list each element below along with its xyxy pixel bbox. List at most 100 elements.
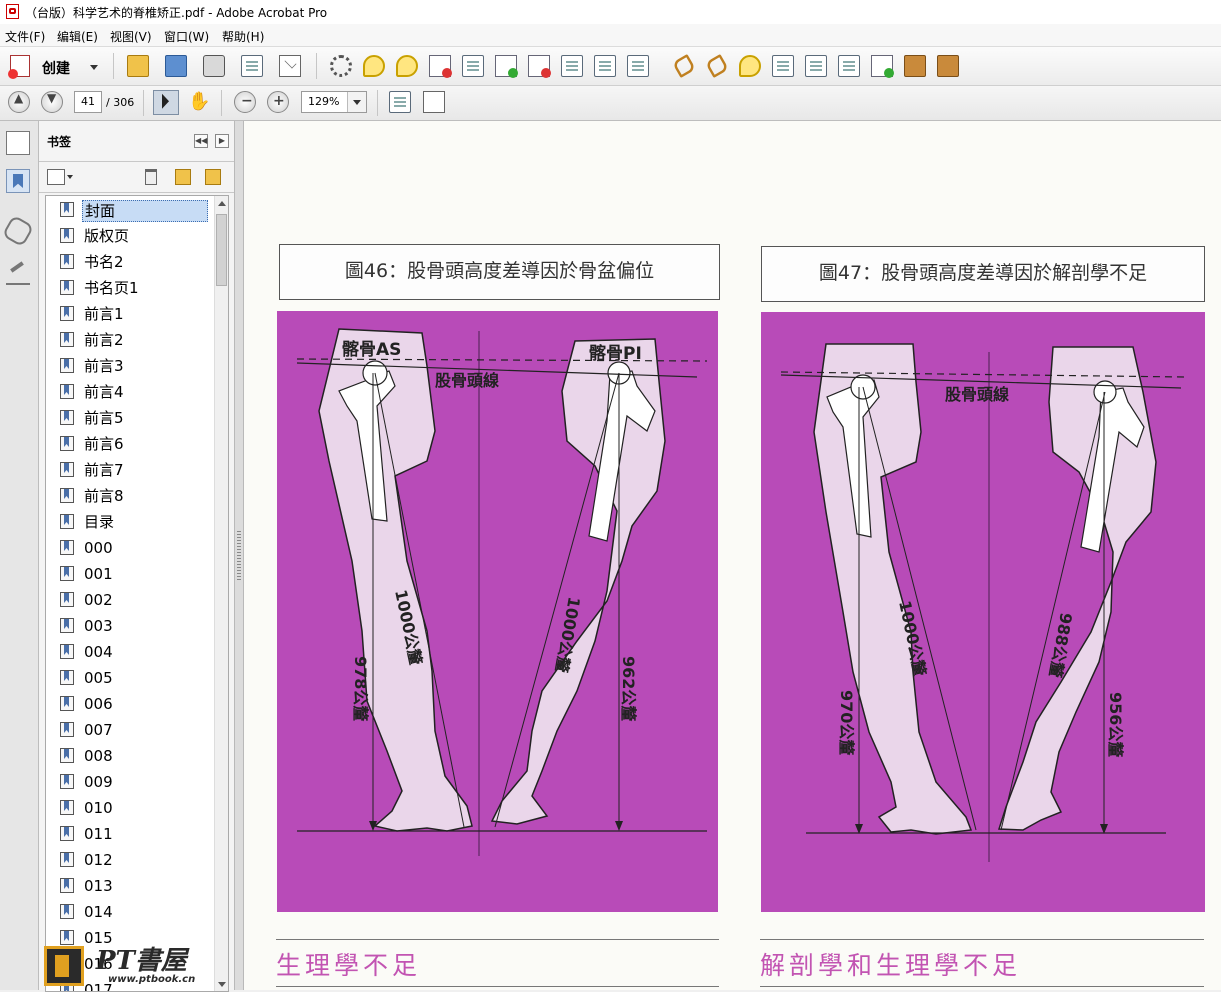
extract-pages-icon[interactable]	[561, 55, 583, 77]
properties-icon[interactable]	[772, 55, 794, 77]
bookmark-item[interactable]: 前言6	[46, 432, 214, 456]
menu-edit[interactable]: 编辑(E)	[57, 28, 98, 45]
create-button[interactable]: 创建	[8, 53, 98, 79]
bookmark-item[interactable]: 前言1	[46, 302, 214, 326]
bookmarks-tab-icon[interactable]	[6, 169, 30, 193]
right-diagonal-line	[494, 372, 620, 828]
bookmark-icon	[60, 202, 74, 217]
attachments-icon[interactable]	[1, 214, 35, 248]
new-bookmark-icon[interactable]	[175, 169, 191, 185]
bookmark-item[interactable]: 010	[46, 796, 214, 820]
menu-view[interactable]: 视图(V)	[110, 28, 152, 45]
bookmark-item[interactable]: 005	[46, 666, 214, 690]
bookmark-item[interactable]: 书名页1	[46, 276, 214, 300]
email-icon[interactable]	[279, 55, 301, 77]
scroll-up-icon[interactable]	[218, 201, 226, 206]
pane-splitter[interactable]	[234, 121, 244, 990]
signatures-icon[interactable]	[6, 261, 30, 285]
options-menu-icon[interactable]	[47, 169, 65, 185]
select-tool-button[interactable]	[153, 90, 179, 115]
bookmark-item[interactable]: 002	[46, 588, 214, 612]
bookmark-icon	[60, 280, 74, 295]
search-document-icon[interactable]	[462, 55, 484, 77]
bookmark-item[interactable]: 003	[46, 614, 214, 638]
zoom-select[interactable]: 129%	[301, 91, 367, 113]
batch-icon[interactable]	[937, 55, 959, 77]
bookmark-label: 封面	[82, 200, 208, 222]
form-icon[interactable]	[838, 55, 860, 77]
create-pdf-icon	[8, 55, 30, 79]
document-viewer[interactable]: 圖46：股骨頭高度差導因於骨盆偏位 圖47：股骨頭高度差導因於解剖學不足 髂骨A…	[244, 121, 1221, 990]
bookmark-icon	[60, 592, 74, 607]
scroll-thumb[interactable]	[216, 214, 227, 286]
export-icon[interactable]	[495, 55, 518, 78]
rule-left-bottom	[276, 986, 719, 987]
bookmark-item[interactable]: 004	[46, 640, 214, 664]
save-icon[interactable]	[165, 55, 187, 77]
menu-help[interactable]: 帮助(H)	[222, 28, 264, 45]
page-number-input[interactable]: 41	[74, 91, 102, 113]
full-screen-icon[interactable]	[423, 91, 445, 113]
bookmark-item[interactable]: 前言3	[46, 354, 214, 378]
print-icon[interactable]	[203, 55, 225, 77]
delete-page-icon[interactable]	[429, 55, 452, 78]
hand-tool-icon[interactable]: ✋	[188, 91, 210, 113]
bookmark-label: 014	[84, 903, 113, 921]
blank-page-icon[interactable]	[805, 55, 827, 77]
bookmarks-header: 书签 ◀◀ ▶	[39, 121, 234, 162]
bookmark-label: 007	[84, 721, 113, 739]
collapse-panel-icon[interactable]: ◀◀	[194, 134, 208, 148]
fit-page-icon[interactable]	[389, 91, 411, 113]
chevron-down-icon	[90, 65, 98, 70]
bookmark-label: 008	[84, 747, 113, 765]
zoom-out-button[interactable]: −	[234, 91, 256, 113]
label-ilium-pi: 髂骨PI	[589, 343, 642, 364]
bookmark-icon	[60, 774, 74, 789]
menu-window[interactable]: 窗口(W)	[164, 28, 209, 45]
insert-page-icon[interactable]	[627, 55, 649, 77]
edit-document-icon[interactable]	[241, 55, 263, 77]
menu-file[interactable]: 文件(F)	[5, 28, 45, 45]
bookmark-icon	[60, 566, 74, 581]
next-page-button[interactable]: ▼	[41, 91, 63, 113]
open-folder-icon[interactable]	[127, 55, 149, 77]
bookmark-item[interactable]: 封面	[46, 198, 214, 222]
bookmark-item[interactable]: 前言4	[46, 380, 214, 404]
bookmark-item[interactable]: 012	[46, 848, 214, 872]
bookmark-item[interactable]: 008	[46, 744, 214, 768]
combine-files-icon[interactable]	[594, 55, 616, 77]
sticky-note-icon[interactable]	[396, 55, 418, 77]
delete-bookmark-icon[interactable]	[145, 169, 157, 185]
edit-pdf-icon[interactable]	[528, 55, 551, 78]
bookmark-item[interactable]: 011	[46, 822, 214, 846]
bookmark-item[interactable]: 目录	[46, 510, 214, 534]
bookmark-item[interactable]: 书名2	[46, 250, 214, 274]
bookmarks-scrollbar[interactable]	[214, 196, 228, 991]
label-right-vertical: 962公釐	[619, 656, 638, 721]
bookmark-item[interactable]: 007	[46, 718, 214, 742]
bookmark-item[interactable]: 前言5	[46, 406, 214, 430]
splitter-grip[interactable]	[237, 531, 241, 581]
bookmark-item[interactable]: 前言2	[46, 328, 214, 352]
bookmark-item[interactable]: 前言7	[46, 458, 214, 482]
bookmark-item[interactable]: 013	[46, 874, 214, 898]
highlight-icon[interactable]	[739, 55, 761, 77]
bookmark-item[interactable]: 014	[46, 900, 214, 924]
bookmark-item[interactable]: 009	[46, 770, 214, 794]
book-icon[interactable]	[904, 55, 926, 77]
bookmark-item[interactable]: 001	[46, 562, 214, 586]
settings-gear-icon[interactable]	[330, 55, 352, 77]
previous-page-button[interactable]: ▲	[8, 91, 30, 113]
chevron-down-icon[interactable]	[67, 175, 73, 179]
bookmark-item[interactable]: 000	[46, 536, 214, 560]
bookmark-item[interactable]: 前言8	[46, 484, 214, 508]
zoom-in-button[interactable]: +	[267, 91, 289, 113]
page-thumbnails-icon[interactable]	[6, 131, 30, 155]
bookmark-item[interactable]: 006	[46, 692, 214, 716]
bookmark-item[interactable]: 版权页	[46, 224, 214, 248]
expand-panel-icon[interactable]: ▶	[215, 134, 229, 148]
chevron-down-icon[interactable]	[347, 92, 366, 112]
new-bookmark-from-structure-icon[interactable]	[205, 169, 221, 185]
comment-icon[interactable]	[363, 55, 385, 77]
action-icon[interactable]	[871, 55, 894, 78]
